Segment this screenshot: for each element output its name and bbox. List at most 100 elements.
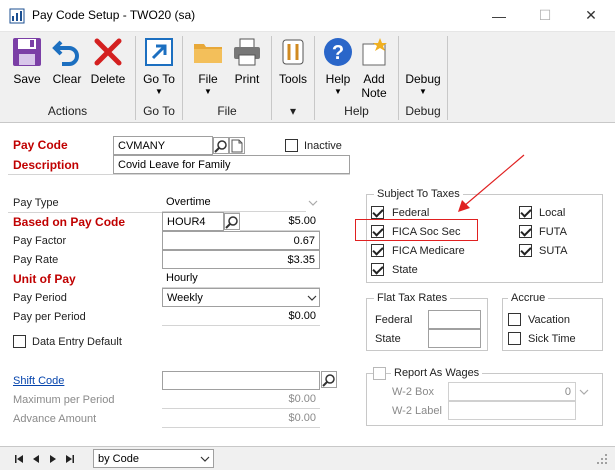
status-bar: by Code [0, 446, 615, 470]
description-input[interactable]: Covid Leave for Family [113, 155, 350, 174]
add-note-label-1: Add [363, 72, 385, 86]
help-label: Help [325, 72, 351, 86]
first-record-button[interactable] [12, 451, 26, 467]
federal-tax-label: Federal [392, 207, 430, 219]
ribbon: Save Clear Delete Actions Go To ▼ Go To … [0, 32, 615, 123]
last-record-button[interactable] [63, 451, 77, 467]
group-help: Help [344, 104, 369, 118]
based-on-pay-code-input[interactable]: HOUR4 [162, 212, 224, 231]
report-as-wages-checkbox[interactable] [373, 367, 386, 380]
next-record-icon [50, 455, 56, 463]
sort-by-dropdown-icon[interactable] [198, 450, 212, 467]
w2-box-dropdown-icon[interactable] [577, 383, 591, 400]
next-record-button[interactable] [46, 451, 60, 467]
unit-of-pay-label: Unit of Pay [13, 272, 76, 286]
group-tools[interactable]: ▾ [272, 104, 314, 120]
help-caret: ▼ [334, 87, 342, 96]
add-note-icon [362, 38, 387, 66]
sort-by-select[interactable]: by Code [93, 449, 214, 468]
local-tax-label: Local [539, 207, 566, 219]
previous-record-icon [33, 455, 39, 463]
pay-factor-label: Pay Factor [13, 235, 67, 247]
add-note-button[interactable]: Add Note [356, 34, 392, 106]
pay-code-lookup-button[interactable] [213, 137, 229, 154]
goto-button[interactable]: Go To ▼ [140, 34, 178, 106]
pay-type-dropdown-icon[interactable] [306, 194, 320, 211]
shift-code-input[interactable] [162, 371, 320, 390]
description-label: Description [13, 158, 80, 172]
group-goto: Go To [143, 104, 175, 118]
save-label: Save [13, 72, 41, 86]
inactive-label: Inactive [304, 140, 342, 152]
flat-federal-label: Federal [375, 314, 413, 326]
tools-button[interactable]: Tools [275, 34, 311, 106]
pay-code-input[interactable]: CVMANY [113, 136, 213, 155]
first-record-icon [15, 455, 23, 463]
group-file: File [217, 104, 237, 118]
goto-label: Go To [143, 72, 175, 86]
save-button[interactable]: Save [8, 34, 46, 106]
federal-tax-checkbox[interactable] [371, 206, 384, 219]
title-bar: Pay Code Setup - TWO20 (sa) — ☐ ✕ [0, 0, 615, 32]
state-tax-label: State [392, 264, 418, 276]
annotation-arrow-icon [458, 154, 525, 212]
group-actions: Actions [47, 104, 88, 118]
futa-checkbox[interactable] [519, 225, 532, 238]
delete-label: Delete [90, 72, 126, 86]
vacation-label: Vacation [528, 314, 570, 326]
clear-button[interactable]: Clear [48, 34, 86, 106]
group-debug: Debug [405, 104, 441, 118]
max-per-period-label: Maximum per Period [13, 394, 115, 406]
pay-period-select[interactable]: Weekly [162, 288, 320, 307]
flat-state-input[interactable] [428, 329, 481, 348]
shift-code-lookup-button[interactable] [321, 371, 337, 388]
undo-icon [52, 40, 79, 66]
inactive-checkbox[interactable] [285, 139, 298, 152]
vacation-checkbox[interactable] [508, 313, 521, 326]
file-label: File [198, 72, 218, 86]
sick-time-checkbox[interactable] [508, 332, 521, 345]
suta-checkbox[interactable] [519, 244, 532, 257]
pay-period-dropdown-icon[interactable] [305, 289, 319, 306]
maximize-button[interactable]: ☐ [522, 0, 568, 31]
pay-type-label: Pay Type [13, 197, 59, 209]
pay-code-note-button[interactable] [229, 137, 245, 154]
accrue-title: Accrue [508, 292, 549, 304]
add-note-label-2: Note [361, 86, 387, 100]
data-entry-default-checkbox[interactable] [13, 335, 26, 348]
based-on-amount: $5.00 [240, 212, 320, 231]
save-icon [13, 38, 41, 66]
delete-x-icon [94, 38, 122, 66]
w2-label-input[interactable] [448, 401, 576, 420]
svg-text:?: ? [332, 42, 344, 64]
pay-rate-input[interactable]: $3.35 [162, 250, 320, 269]
flat-federal-input[interactable] [428, 310, 481, 329]
advance-amount-value: $0.00 [162, 409, 320, 428]
print-button[interactable]: Print [229, 34, 265, 106]
close-button[interactable]: ✕ [568, 0, 614, 31]
state-tax-checkbox[interactable] [371, 263, 384, 276]
pay-code-label: Pay Code [13, 138, 68, 152]
sick-time-label: Sick Time [528, 333, 576, 345]
minimize-button[interactable]: — [476, 0, 522, 31]
fica-medicare-label: FICA Medicare [392, 245, 465, 257]
w2-box-input[interactable]: 0 [448, 382, 576, 401]
pay-factor-input[interactable]: 0.67 [162, 231, 320, 250]
debug-caret: ▼ [419, 87, 427, 96]
help-icon: ? [324, 38, 352, 66]
magnifier-icon [322, 373, 335, 387]
file-button[interactable]: File ▼ [190, 34, 226, 106]
based-on-lookup-button[interactable] [224, 213, 240, 230]
previous-record-button[interactable] [29, 451, 43, 467]
tools-icon [282, 39, 304, 65]
last-record-icon [66, 455, 74, 463]
resize-grip-icon[interactable] [596, 453, 608, 468]
w2-box-label: W-2 Box [392, 386, 434, 398]
tools-label: Tools [278, 72, 307, 86]
help-button[interactable]: ? Help ▼ [320, 34, 356, 106]
delete-button[interactable]: Delete [88, 34, 128, 106]
shift-code-link[interactable]: Shift Code [13, 375, 64, 387]
print-label: Print [234, 72, 260, 86]
fica-medicare-checkbox[interactable] [371, 244, 384, 257]
pay-type-select[interactable]: Overtime [162, 193, 306, 212]
